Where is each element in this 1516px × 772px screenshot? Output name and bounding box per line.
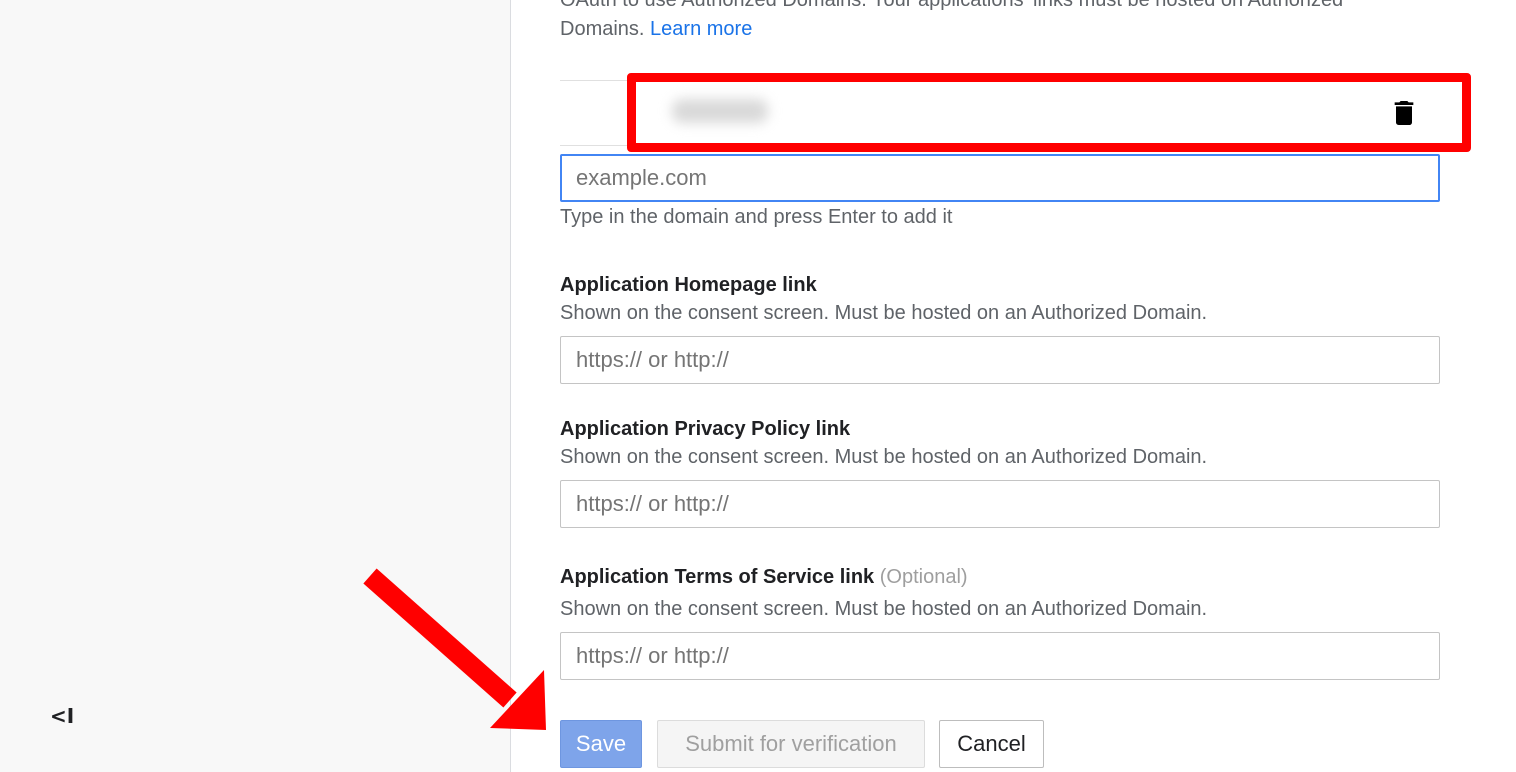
authorized-domains-description: OAuth to use Authorized Domains. Your ap… (560, 0, 1460, 44)
privacy-policy-link-input[interactable] (560, 480, 1440, 528)
submit-for-verification-button[interactable]: Submit for verification (657, 720, 925, 768)
privacy-policy-link-title: Application Privacy Policy link (560, 418, 851, 440)
collapse-sidebar-button[interactable]: <I (50, 702, 78, 730)
homepage-link-input[interactable] (560, 336, 1440, 384)
description-text: Domains. (560, 18, 645, 40)
sidebar: <I (0, 0, 511, 772)
privacy-policy-link-description: Shown on the consent screen. Must be hos… (560, 446, 1208, 468)
main-content: OAuth to use Authorized Domains. Your ap… (512, 0, 1516, 772)
new-domain-input[interactable] (560, 154, 1440, 202)
terms-of-service-link-title: Application Terms of Service link (Optio… (560, 566, 968, 589)
description-line-1: OAuth to use Authorized Domains. Your ap… (560, 0, 1344, 11)
highlight-annotation (627, 73, 1471, 152)
save-button[interactable]: Save (560, 720, 642, 768)
oauth-consent-page: <I OAuth to use Authorized Domains. Your… (0, 0, 1516, 772)
learn-more-link[interactable]: Learn more (650, 18, 752, 40)
cancel-button[interactable]: Cancel (939, 720, 1044, 768)
terms-title-text: Application Terms of Service link (560, 566, 875, 588)
description-line-2: Domains. Learn more (560, 15, 1460, 44)
homepage-link-title: Application Homepage link (560, 274, 817, 296)
homepage-link-description: Shown on the consent screen. Must be hos… (560, 302, 1208, 324)
optional-label: (Optional) (879, 566, 968, 588)
terms-of-service-link-input[interactable] (560, 632, 1440, 680)
terms-of-service-link-description: Shown on the consent screen. Must be hos… (560, 598, 1208, 620)
new-domain-hint: Type in the domain and press Enter to ad… (560, 206, 953, 228)
